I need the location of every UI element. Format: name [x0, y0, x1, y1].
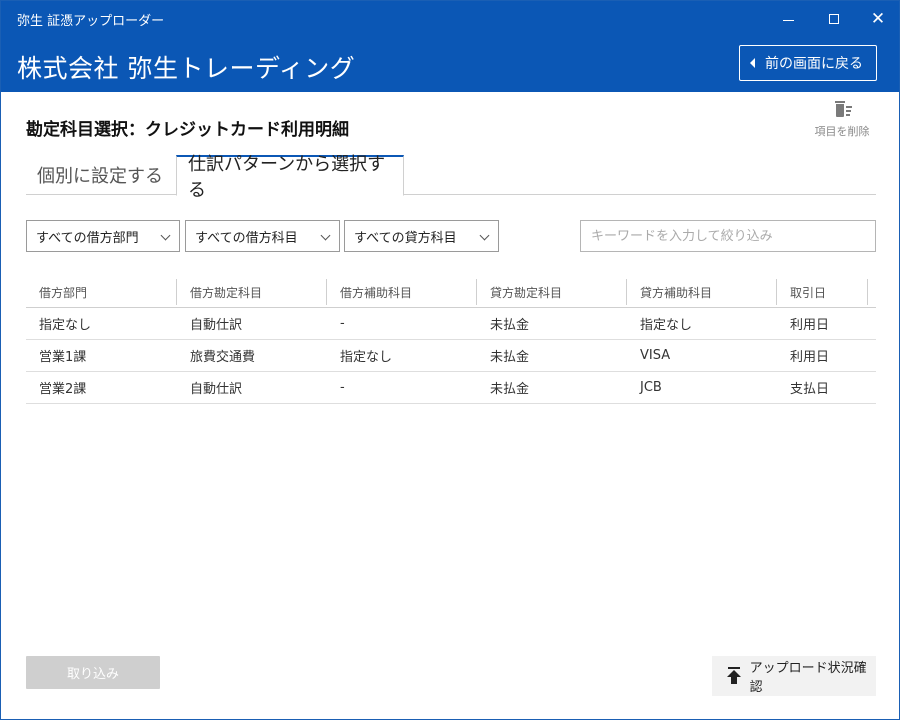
table-cell: - [340, 380, 345, 395]
delete-item-button[interactable]: 項目を削除 [807, 101, 877, 139]
column-header-credit-account[interactable]: 貸方勘定科目 [477, 277, 627, 307]
column-header-credit-sub-account[interactable]: 貸方補助科目 [627, 277, 777, 307]
minimize-icon [782, 19, 794, 21]
debit-account-select[interactable]: すべての借方科目 [185, 220, 340, 252]
table-cell: 自動仕訳 [190, 318, 243, 333]
chevron-down-icon [320, 230, 331, 241]
column-header-debit-sub-account[interactable]: 借方補助科目 [327, 277, 477, 307]
column-header-debit-department[interactable]: 借方部門 [26, 277, 177, 307]
table-cell: 利用日 [790, 350, 830, 365]
table-header: 借方部門 借方勘定科目 借方補助科目 貸方勘定科目 貸方補助科目 取引日 [26, 277, 876, 308]
table-cell: 指定なし [640, 318, 693, 333]
app-title: 弥生 証憑アップローダー [17, 14, 165, 29]
close-icon: ✕ [870, 8, 886, 29]
column-header-debit-account[interactable]: 借方勘定科目 [177, 277, 327, 307]
app-window: 弥生 証憑アップローダー ✕ 株式会社 弥生トレーディング 前の画面に戻る 勘定… [0, 0, 900, 720]
table-row[interactable]: 営業2課 自動仕訳 - 未払金 JCB 支払日 [26, 372, 876, 404]
minimize-button[interactable] [765, 1, 811, 37]
table-cell: VISA [640, 348, 671, 363]
chevron-down-icon [479, 230, 490, 241]
maximize-button[interactable] [811, 1, 857, 37]
column-header-transaction-date[interactable]: 取引日 [777, 277, 868, 307]
import-button[interactable]: 取り込み [26, 656, 160, 689]
app-header: 株式会社 弥生トレーディング 前の画面に戻る [1, 37, 899, 92]
table-cell: 支払日 [790, 382, 830, 397]
table-cell: - [340, 316, 345, 331]
table-cell: 営業1課 [39, 350, 87, 365]
tab-bar: 個別に設定する 仕訳パターンから選択する [26, 154, 876, 201]
back-button-label: 前の画面に戻る [765, 56, 863, 72]
debit-department-value: すべての借方部門 [36, 230, 139, 246]
delete-item-label: 項目を削除 [814, 125, 870, 138]
back-button[interactable]: 前の画面に戻る [739, 45, 877, 81]
keyword-search-input[interactable] [580, 220, 876, 252]
debit-account-value: すべての借方科目 [195, 230, 298, 246]
table-cell: 利用日 [790, 318, 830, 333]
debit-department-select[interactable]: すべての借方部門 [26, 220, 180, 252]
maximize-icon [829, 14, 839, 24]
table-cell: 自動仕訳 [190, 382, 243, 397]
table-row[interactable]: 指定なし 自動仕訳 - 未払金 指定なし 利用日 [26, 308, 876, 340]
table-cell: 未払金 [490, 318, 530, 333]
table-cell: 旅費交通費 [190, 350, 256, 365]
tab-journal-pattern[interactable]: 仕訳パターンから選択する [176, 154, 404, 201]
close-button[interactable]: ✕ [855, 1, 900, 37]
chevron-down-icon [160, 230, 171, 241]
upload-status-button[interactable]: アップロード状況確認 [712, 656, 876, 696]
trash-icon [831, 101, 853, 119]
credit-account-select[interactable]: すべての貸方科目 [344, 220, 499, 252]
caret-left-icon [750, 58, 755, 68]
table-cell: 未払金 [490, 382, 530, 397]
table-cell: 未払金 [490, 350, 530, 365]
title-bar: 弥生 証憑アップローダー ✕ [1, 1, 899, 37]
pattern-table: 借方部門 借方勘定科目 借方補助科目 貸方勘定科目 貸方補助科目 取引日 指定な… [26, 277, 876, 404]
company-name: 株式会社 弥生トレーディング [17, 54, 356, 83]
table-cell: 指定なし [39, 318, 92, 333]
table-cell: JCB [640, 380, 662, 395]
table-cell: 指定なし [340, 350, 393, 365]
page-title: 勘定科目選択：クレジットカード利用明細 [26, 120, 349, 140]
tab-individual[interactable]: 個別に設定する [26, 155, 176, 195]
credit-account-value: すべての貸方科目 [354, 230, 457, 246]
table-row[interactable]: 営業1課 旅費交通費 指定なし 未払金 VISA 利用日 [26, 340, 876, 372]
upload-status-label: アップロード状況確認 [749, 661, 867, 695]
upload-icon [726, 667, 742, 685]
table-cell: 営業2課 [39, 382, 87, 397]
